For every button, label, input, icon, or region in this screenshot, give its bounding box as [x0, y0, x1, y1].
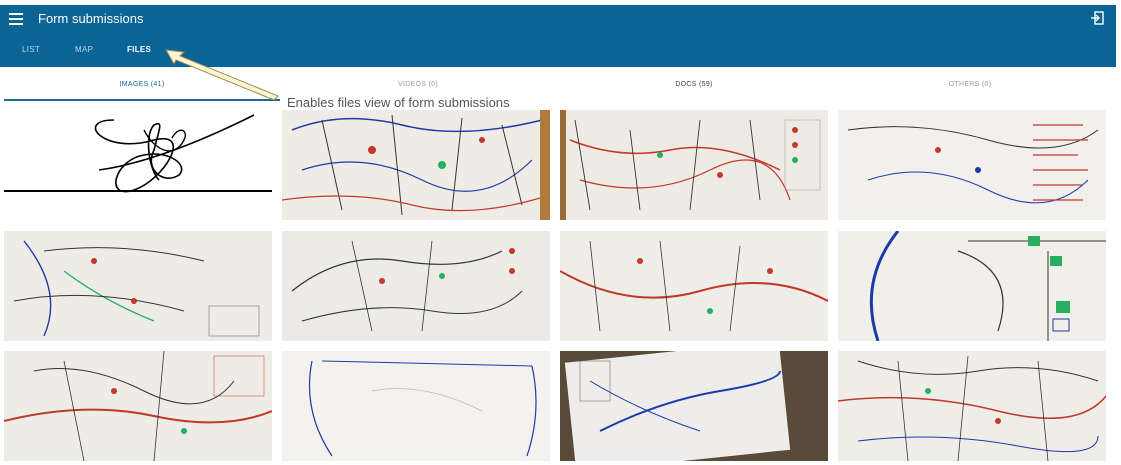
- tab-map[interactable]: MAP: [75, 45, 93, 54]
- tab-files[interactable]: FILES: [127, 45, 151, 54]
- thumbnail-image[interactable]: [838, 110, 1106, 220]
- annotation-text: Enables files view of form submissions: [287, 95, 510, 110]
- thumbnail-image[interactable]: [838, 231, 1106, 341]
- tab-others[interactable]: OTHERS (0): [832, 81, 1108, 88]
- page-title: Form submissions: [38, 11, 144, 26]
- active-tab-indicator: [4, 99, 280, 101]
- thumbnail-image[interactable]: [282, 351, 550, 461]
- tab-images[interactable]: IMAGES (41): [4, 81, 280, 88]
- thumbnail-image[interactable]: [560, 351, 828, 461]
- tab-videos[interactable]: VIDEOS (0): [280, 81, 556, 88]
- app-bar: Form submissions LIST MAP FILES: [0, 5, 1116, 67]
- thumbnail-image[interactable]: [4, 351, 272, 461]
- tab-list[interactable]: LIST: [22, 45, 40, 54]
- logout-icon[interactable]: [1090, 11, 1104, 25]
- thumbnail-image[interactable]: [560, 231, 828, 341]
- tab-docs[interactable]: DOCS (59): [556, 81, 832, 88]
- thumbnail-image[interactable]: [282, 231, 550, 341]
- menu-icon[interactable]: [9, 11, 23, 25]
- thumbnail-image[interactable]: [560, 110, 828, 220]
- thumbnail-image[interactable]: [4, 231, 272, 341]
- file-type-tabs: IMAGES (41) VIDEOS (0) DOCS (59) OTHERS …: [0, 75, 1121, 101]
- thumbnail-signature[interactable]: [4, 110, 272, 220]
- thumbnail-image[interactable]: [838, 351, 1106, 461]
- thumbnail-image[interactable]: [282, 110, 550, 220]
